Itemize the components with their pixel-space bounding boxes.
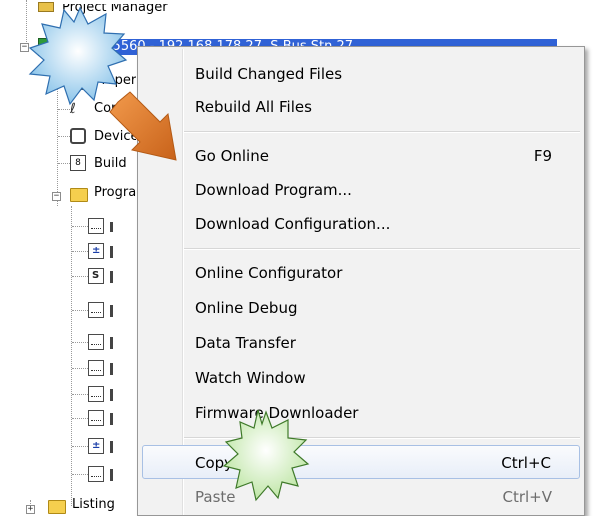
pointer-arrow bbox=[109, 91, 177, 161]
highlight-starburst-blue bbox=[28, 6, 128, 106]
annotation-overlay bbox=[28, 6, 310, 502]
highlight-starburst-green bbox=[222, 409, 310, 502]
